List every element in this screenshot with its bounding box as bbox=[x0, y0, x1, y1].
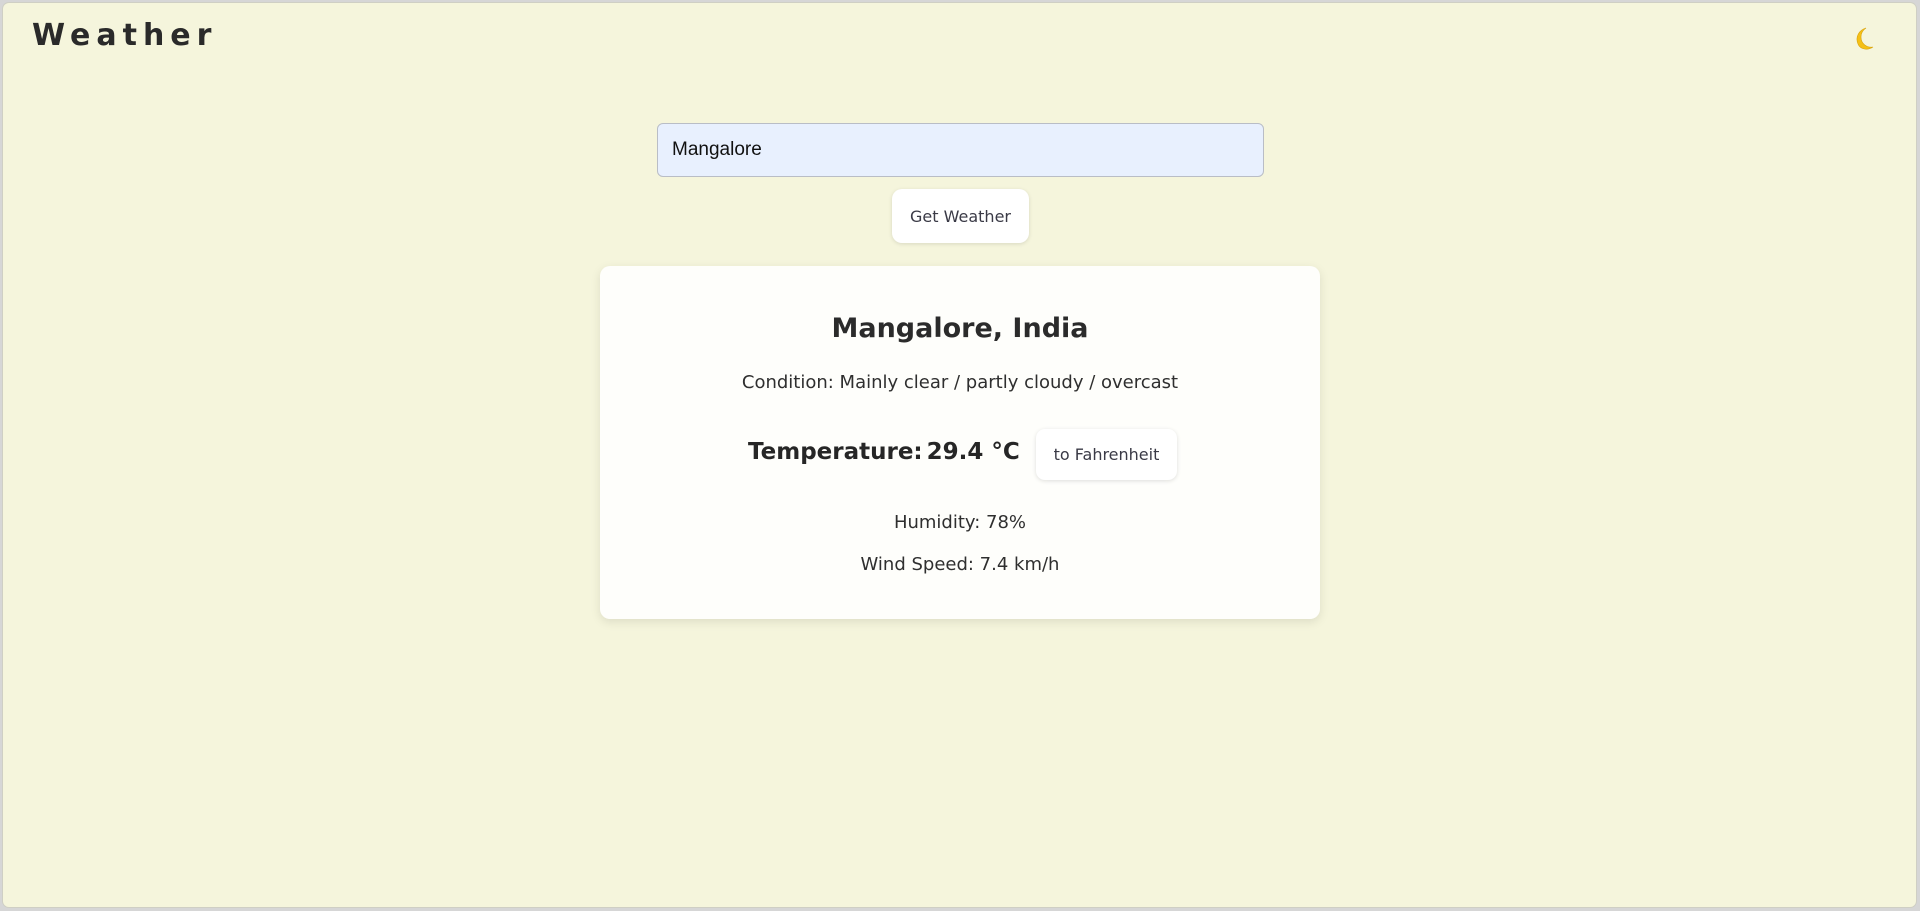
location-title: Mangalore, India bbox=[831, 313, 1089, 344]
city-search-input[interactable] bbox=[657, 123, 1264, 177]
unit-toggle-button[interactable]: to Fahrenheit bbox=[1036, 429, 1177, 480]
wind-speed-text: Wind Speed: 7.4 km/h bbox=[860, 554, 1060, 575]
temperature-text: Temperature: 29.4 °C bbox=[748, 439, 1020, 465]
temperature-label: Temperature: bbox=[748, 439, 923, 465]
theme-toggle-button[interactable] bbox=[1846, 23, 1878, 55]
condition-text: Condition: Mainly clear / partly cloudy … bbox=[741, 372, 1179, 393]
app-title: Weather bbox=[32, 18, 218, 53]
weather-card: Mangalore, India Condition: Mainly clear… bbox=[600, 266, 1320, 619]
humidity-text: Humidity: 78% bbox=[893, 512, 1027, 533]
moon-icon bbox=[1856, 27, 1874, 50]
get-weather-button[interactable]: Get Weather bbox=[892, 189, 1029, 243]
temperature-value: 29.4 °C bbox=[926, 439, 1020, 465]
app-window: Weather Get Weather Mangalore, India Con… bbox=[3, 3, 1916, 907]
temperature-row: Temperature: 29.4 °C to Fahrenheit bbox=[600, 429, 1320, 481]
